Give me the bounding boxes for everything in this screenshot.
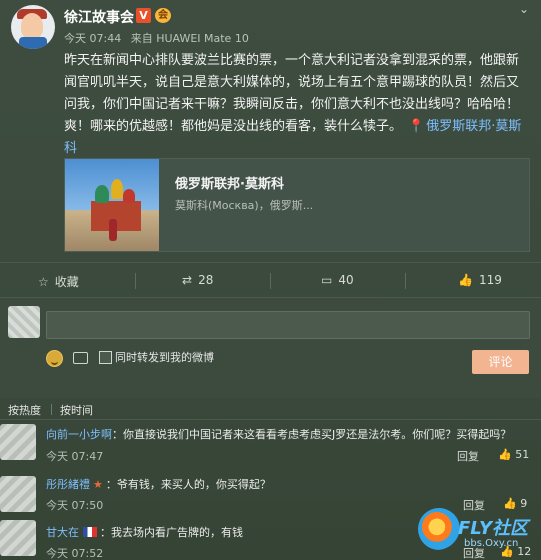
post-line-4: 爽！哪来的优越感！都他妈是没出线的看客，装什么犊子。 📍 俄罗斯联邦·莫斯 [64, 116, 530, 138]
location-link-continued[interactable]: 科 [64, 138, 530, 160]
comment-time: 今天 07:47 [46, 450, 104, 463]
sort-by-time[interactable]: 按时间 [60, 402, 93, 418]
cathedral-dome [123, 189, 135, 203]
cathedral-dome [95, 185, 109, 203]
location-link[interactable]: 俄罗斯联邦·莫斯 [426, 119, 521, 134]
france-flag-icon [83, 527, 97, 537]
comment-item: 向前一小步啊：你直接说我们中国记者来这看看考虑考虑买J罗还是法尔考。你们呢？买得… [0, 424, 541, 468]
image-icon[interactable] [73, 352, 88, 364]
weibo-post: 徐江故事会 V 会 ⌄ 今天 07:44 来自 HUAWEI Mate 10 昨… [0, 0, 541, 262]
commenter-avatar[interactable] [0, 424, 36, 460]
location-card-subtitle: 莫斯科(Москва)，俄罗斯... [175, 199, 314, 212]
commenter-name[interactable]: 向前一小步啊 [46, 428, 112, 441]
post-source: 来自 HUAWEI Mate 10 [130, 32, 249, 45]
post-line-1: 昨天在新闻中心排队要波兰比赛的票，一个意大利记者没拿到混采的票，他跟新 [64, 53, 520, 68]
commenter-avatar[interactable] [0, 520, 36, 556]
author-name[interactable]: 徐江故事会 [64, 7, 134, 27]
person-figure [109, 219, 117, 241]
comment-body: 彤彤緒禮 ★ ：爷有钱，来买人的，你买得起？ [46, 476, 271, 492]
comment-like-count: 51 [515, 448, 530, 461]
chevron-down-icon[interactable]: ⌄ [519, 2, 533, 16]
thumbs-up-icon: 👍 [498, 448, 516, 461]
watermark-text: FLY社区 [458, 518, 528, 539]
location-card[interactable]: 俄罗斯联邦·莫斯科 莫斯科(Москва)，俄罗斯... [64, 158, 530, 252]
my-avatar [8, 306, 40, 338]
star-outline-icon: ☆ [38, 275, 49, 289]
reply-area: 同时转发到我的微博 评论 [0, 298, 541, 398]
comment-text: ：我去场内看广告牌的，有钱 [100, 526, 243, 539]
sort-divider [51, 404, 52, 415]
post-line-3: 问我，你们中国记者来干嘛？我瞬间反击，你们意大利不也没出线吗？哈哈哈！ [64, 97, 520, 112]
post-meta: 今天 07:44 来自 HUAWEI Mate 10 [64, 30, 249, 46]
comment-input[interactable] [46, 311, 530, 339]
location-card-title: 俄罗斯联邦·莫斯科 [175, 177, 284, 192]
verified-badge-icon: V [136, 8, 151, 23]
author-avatar[interactable] [11, 5, 55, 49]
comment-like-button[interactable]: 👍 51 [498, 448, 529, 461]
repost-count: 28 [198, 273, 214, 287]
action-divider [405, 273, 406, 289]
fly-community-watermark: FLY社区 bbs.Oxy.cn [418, 502, 538, 558]
comment-body: 甘大在 ：我去场内看广告牌的，有钱 [46, 524, 243, 540]
action-divider [270, 273, 271, 289]
commenter-name[interactable]: 彤彤緒禮 [46, 478, 90, 491]
repost-button[interactable]: ⇄ 28 [182, 273, 213, 287]
comment-time: 今天 07:52 [46, 547, 104, 560]
watermark-subtext: bbs.Oxy.cn [464, 538, 519, 549]
star-badge-icon: ★ [93, 478, 103, 491]
post-time[interactable]: 今天 07:44 [64, 32, 121, 45]
commenter-avatar[interactable] [0, 476, 36, 512]
comment-text: ：爷有钱，来买人的，你买得起？ [105, 478, 271, 491]
comment-count: 40 [338, 273, 354, 287]
comment-body: 向前一小步啊：你直接说我们中国记者来这看看考虑考虑买J罗还是法尔考。你们呢？买得… [46, 426, 511, 442]
also-repost-checkbox[interactable] [99, 351, 112, 364]
action-divider [135, 273, 136, 289]
commenter-name[interactable]: 甘大在 [46, 526, 79, 539]
repost-icon: ⇄ [182, 273, 193, 287]
comment-submit-button[interactable]: 评论 [472, 350, 529, 374]
comment-reply-button[interactable]: 回复 [457, 448, 479, 464]
location-pin-icon: 📍 [408, 119, 425, 134]
sort-by-hot[interactable]: 按热度 [8, 402, 41, 418]
comment-icon: ▭ [321, 273, 333, 287]
like-count: 119 [478, 273, 502, 287]
location-card-image [65, 159, 159, 251]
member-badge-icon: 会 [155, 8, 171, 23]
like-button[interactable]: 👍 119 [458, 273, 502, 287]
thumbs-up-icon: 👍 [458, 273, 473, 287]
favorite-button[interactable]: ☆ 收藏 [38, 273, 79, 290]
comment-time: 今天 07:50 [46, 499, 104, 512]
comment-button[interactable]: ▭ 40 [321, 273, 354, 287]
avatar-scarf [19, 37, 47, 49]
comment-sort-bar: 按热度 按时间 [0, 398, 541, 420]
also-repost-label[interactable]: 同时转发到我的微博 [115, 349, 214, 365]
post-line-4-text: 爽！哪来的优越感！都他妈是没出线的看客，装什么犊子。 [64, 119, 403, 134]
comment-text: ：你直接说我们中国记者来这看看考虑考虑买J罗还是法尔考。你们呢？买得起吗？ [112, 428, 512, 441]
post-action-bar: ☆ 收藏 ⇄ 28 ▭ 40 👍 119 [0, 262, 541, 298]
post-content: 昨天在新闻中心排队要波兰比赛的票，一个意大利记者没拿到混采的票，他跟新 闻官叽叽… [64, 50, 530, 160]
emoji-icon[interactable] [46, 350, 63, 367]
favorite-label: 收藏 [54, 275, 79, 289]
fly-logo-icon [418, 508, 460, 550]
post-line-2: 闻官叽叽半天，说自己是意大利媒体的，说场上有五个意甲踢球的队员！然后又 [64, 75, 520, 90]
avatar-face [21, 13, 43, 39]
cathedral-dome [111, 179, 123, 199]
